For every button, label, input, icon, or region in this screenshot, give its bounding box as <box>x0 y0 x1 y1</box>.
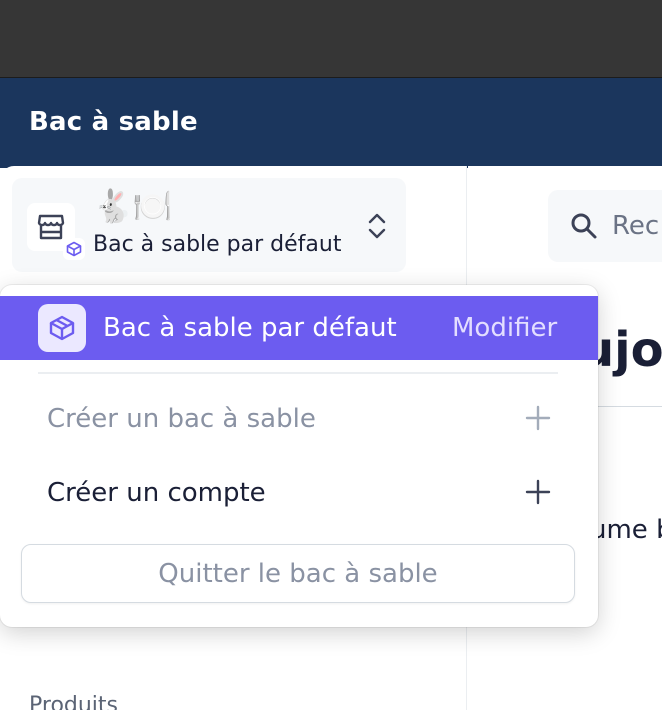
account-emoji: 🐇🍽️ <box>93 187 173 225</box>
sidebar-section-produits: Produits <box>29 693 119 710</box>
content-divider <box>598 406 662 407</box>
browser-chrome <box>0 0 662 78</box>
sandbox-title: Bac à sable <box>29 107 198 137</box>
menu-divider <box>38 372 558 374</box>
quit-sandbox-button[interactable]: Quitter le bac à sable <box>21 544 575 603</box>
menu-item-default-sandbox-label: Bac à sable par défaut <box>103 313 397 343</box>
create-sandbox-item[interactable]: Créer un bac à sable <box>47 404 316 434</box>
box-icon <box>63 238 85 260</box>
plus-icon[interactable] <box>524 404 552 436</box>
plus-icon[interactable] <box>524 478 552 510</box>
chevron-updown-icon[interactable] <box>362 208 392 244</box>
summary-text: ume b <box>590 515 662 545</box>
search-icon <box>570 212 598 244</box>
search-placeholder: Rec <box>612 211 660 241</box>
create-account-item[interactable]: Créer un compte <box>47 478 266 508</box>
account-name: Bac à sable par défaut <box>93 232 342 257</box>
box-icon <box>38 304 86 352</box>
edit-sandbox-link[interactable]: Modifier <box>452 313 557 343</box>
